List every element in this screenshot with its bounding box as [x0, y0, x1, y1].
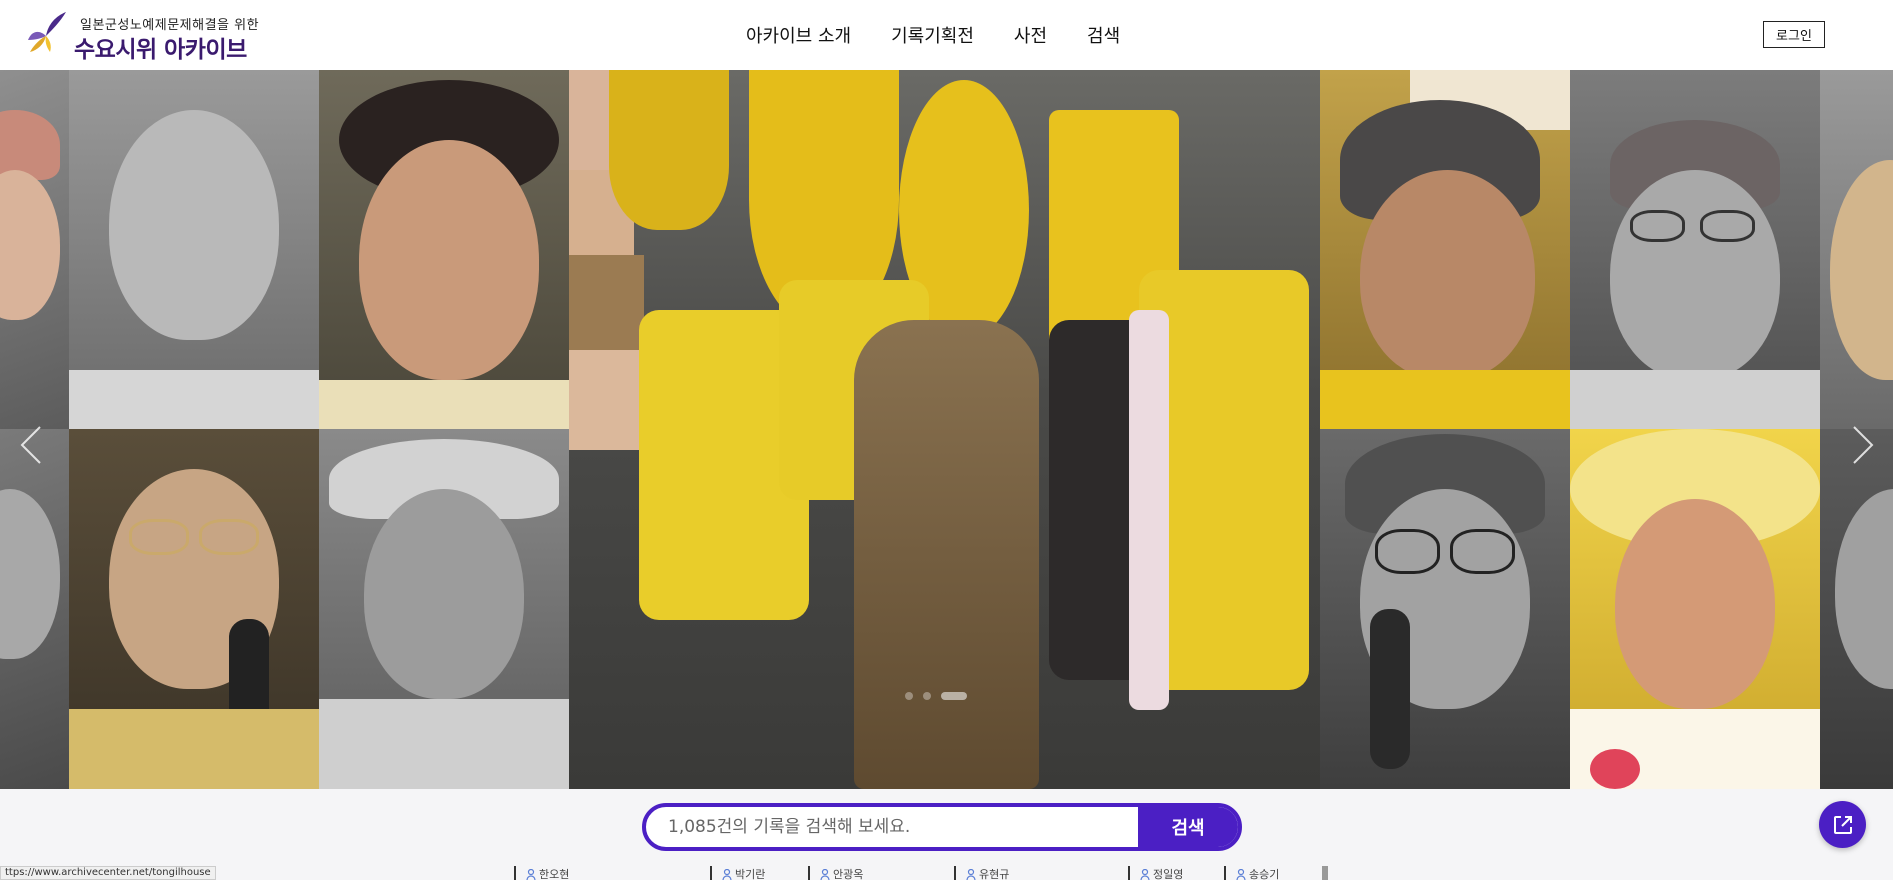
list-item[interactable]: 한오현 — [514, 866, 570, 880]
floating-external-button[interactable] — [1819, 801, 1866, 848]
portrait-tile — [1570, 429, 1820, 789]
portrait-tile — [319, 429, 569, 789]
slider-prev-arrow[interactable] — [18, 425, 44, 473]
portrait-tile — [319, 70, 569, 429]
name-label: 안광옥 — [833, 868, 864, 880]
main-nav: 아카이브 소개 기록기획전 사전 검색 — [746, 22, 1160, 48]
nav-item-search[interactable]: 검색 — [1087, 22, 1120, 48]
name-label: 유현규 — [979, 868, 1010, 880]
person-icon — [820, 868, 830, 880]
person-icon — [526, 868, 536, 880]
portrait-tile — [69, 70, 319, 429]
site-header: 일본군성노예제문제해결을 위한 수요시위 아카이브 아카이브 소개 기록기획전 … — [0, 0, 1893, 70]
name-label: 박기란 — [735, 868, 766, 880]
center-protest-photo — [569, 70, 1320, 789]
slider-next-arrow[interactable] — [1850, 425, 1876, 473]
list-item[interactable]: 송승기 — [1224, 866, 1280, 880]
status-bar-url: ttps://www.archivecenter.net/tongilhouse — [0, 866, 216, 880]
list-item[interactable]: 유현규 — [954, 866, 1010, 880]
nav-item-dictionary[interactable]: 사전 — [1014, 22, 1047, 48]
logo-title: 수요시위 아카이브 — [74, 37, 247, 63]
scroll-marker — [1322, 866, 1328, 880]
person-icon — [966, 868, 976, 880]
portrait-tile — [69, 429, 319, 789]
search-button[interactable]: 검색 — [1138, 807, 1238, 847]
external-link-icon — [1833, 815, 1852, 834]
nav-item-about[interactable]: 아카이브 소개 — [746, 22, 851, 48]
hero-banner — [0, 70, 1893, 789]
chevron-right-icon — [1853, 426, 1874, 464]
person-icon — [1236, 868, 1246, 880]
search-box: 검색 — [642, 803, 1242, 851]
site-logo[interactable]: 일본군성노예제문제해결을 위한 수요시위 아카이브 — [26, 10, 259, 63]
slider-dot[interactable] — [905, 692, 913, 700]
name-label: 송승기 — [1249, 868, 1280, 880]
search-input[interactable] — [646, 807, 1138, 847]
portrait-tile — [0, 70, 69, 429]
list-item[interactable]: 안광옥 — [808, 866, 864, 880]
list-item[interactable]: 박기란 — [710, 866, 766, 880]
portrait-tile — [1570, 70, 1820, 429]
name-label: 정일영 — [1153, 868, 1184, 880]
slider-pagination — [905, 692, 967, 700]
portrait-tile — [1820, 429, 1893, 789]
nav-item-exhibitions[interactable]: 기록기획전 — [891, 22, 974, 48]
portrait-tile — [1320, 70, 1570, 429]
portrait-tile — [1820, 70, 1893, 429]
name-label: 한오현 — [539, 868, 570, 880]
list-item[interactable]: 정일영 — [1128, 866, 1184, 880]
names-strip: 한오현 박기란 안광옥 유현규 정일영 송승기 — [0, 866, 1893, 880]
slider-dot[interactable] — [923, 692, 931, 700]
slider-dot-active[interactable] — [941, 692, 967, 700]
butterfly-logo-icon — [28, 12, 66, 52]
person-icon — [1140, 868, 1150, 880]
chevron-left-icon — [20, 426, 41, 464]
portrait-tile — [0, 429, 69, 789]
portrait-tile — [1320, 429, 1570, 789]
login-button[interactable]: 로그인 — [1763, 21, 1825, 48]
person-icon — [722, 868, 732, 880]
